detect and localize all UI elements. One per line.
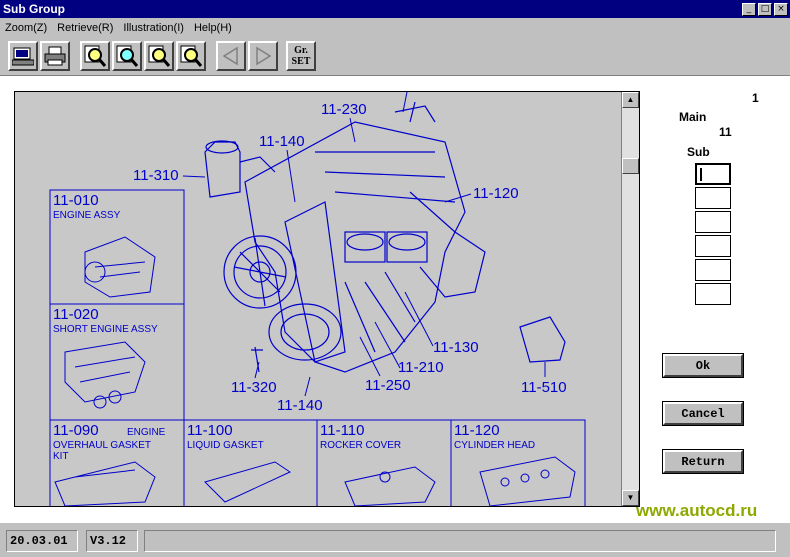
scroll-thumb[interactable] <box>622 158 639 174</box>
magnifier-doc-icon <box>84 45 107 67</box>
sub-label: Sub <box>687 145 710 159</box>
title-bar: Sub Group _ □ × <box>0 0 790 18</box>
monitor-icon <box>12 47 34 66</box>
ok-button[interactable]: Ok <box>662 353 744 378</box>
thumb-name: ROCKER COVER <box>320 440 401 451</box>
menu-help[interactable]: Help(H) <box>189 22 237 34</box>
magnifier-doc-icon <box>180 45 203 67</box>
thumb-code: 11-010 <box>53 192 99 209</box>
sub-field-3[interactable] <box>695 211 731 233</box>
thumb-name: CYLINDER HEAD <box>454 440 535 451</box>
maximize-button[interactable]: □ <box>758 2 772 16</box>
thumb-name: ENGINE ASSY <box>53 210 121 221</box>
printer-icon <box>44 46 66 66</box>
thumb-name: KIT <box>53 451 69 462</box>
window-title: Sub Group <box>3 2 65 16</box>
magnifier-doc-icon <box>116 45 139 67</box>
scroll-up-button[interactable]: ▲ <box>622 92 639 108</box>
gr-label: Gr. <box>294 45 308 56</box>
thumb-code: 11-120 <box>454 422 500 439</box>
arrow-left-icon <box>222 46 238 66</box>
callout-label[interactable]: 11-140 <box>277 397 323 414</box>
thumb-name: LIQUID GASKET <box>187 440 264 451</box>
thumb-code: 11-090 <box>53 422 99 439</box>
callout-label[interactable]: 11-130 <box>433 339 479 356</box>
callout-label[interactable]: 11-510 <box>521 379 567 396</box>
thumb-name: ENGINE <box>127 427 166 438</box>
vertical-scrollbar[interactable]: ▲ ▼ <box>621 92 639 506</box>
status-date: 20.03.01 <box>6 530 78 552</box>
page-number: 1 <box>752 91 759 105</box>
sub-field-6[interactable] <box>695 283 731 305</box>
sub-field-2[interactable] <box>695 187 731 209</box>
sub-field-1[interactable] <box>695 163 731 185</box>
thumb-code: 11-100 <box>187 422 233 439</box>
status-message <box>144 530 776 552</box>
text-caret <box>700 168 702 181</box>
menu-retrieve[interactable]: Retrieve(R) <box>52 22 118 34</box>
callout-label[interactable]: 11-320 <box>231 379 277 396</box>
callout-label[interactable]: 11-120 <box>473 185 519 202</box>
cancel-button[interactable]: Cancel <box>662 401 744 426</box>
zoom-fit-button[interactable] <box>144 41 174 71</box>
magnifier-doc-icon <box>148 45 171 67</box>
minimize-button[interactable]: _ <box>742 2 756 16</box>
status-bar: 20.03.01 V3.12 <box>0 522 790 557</box>
sub-field-4[interactable] <box>695 235 731 257</box>
set-label: SET <box>291 56 311 67</box>
zoom-in-button[interactable] <box>80 41 110 71</box>
sub-field-5[interactable] <box>695 259 731 281</box>
watermark: www.autocd.ru <box>636 501 758 520</box>
callout-label[interactable]: 11-140 <box>259 133 305 150</box>
menu-zoom[interactable]: Zoom(Z) <box>0 22 52 34</box>
thumb-name: SHORT ENGINE ASSY <box>53 324 158 335</box>
toolbar: Gr. SET <box>0 37 790 76</box>
main-label: Main <box>679 110 707 124</box>
callout-label[interactable]: 11-210 <box>398 359 444 376</box>
callout-label[interactable]: 11-250 <box>365 377 411 394</box>
menu-illustration[interactable]: Illustration(I) <box>118 22 189 34</box>
screen-button[interactable] <box>8 41 38 71</box>
thumb-name: OVERHAUL GASKET <box>53 440 151 451</box>
next-button[interactable] <box>248 41 278 71</box>
arrow-right-icon <box>256 46 272 66</box>
callout-label[interactable]: 11-230 <box>321 101 367 118</box>
thumb-code: 11-020 <box>53 306 99 323</box>
callout-label[interactable]: 11-310 <box>133 167 179 184</box>
group-set-button[interactable]: Gr. SET <box>286 41 316 71</box>
engine-illustration[interactable]: 11-230 11-140 11-310 11-120 11-130 11-21… <box>15 92 621 506</box>
main-value: 11 <box>719 125 732 139</box>
close-button[interactable]: × <box>774 2 788 16</box>
print-button[interactable] <box>40 41 70 71</box>
previous-button[interactable] <box>216 41 246 71</box>
illustration-frame: 11-230 11-140 11-310 11-120 11-130 11-21… <box>14 91 640 507</box>
zoom-out-button[interactable] <box>112 41 142 71</box>
thumb-code: 11-110 <box>320 422 364 439</box>
zoom-area-button[interactable] <box>176 41 206 71</box>
menu-bar: Zoom(Z) Retrieve(R) Illustration(I) Help… <box>0 18 790 37</box>
return-button[interactable]: Return <box>662 449 744 474</box>
status-version: V3.12 <box>86 530 138 552</box>
